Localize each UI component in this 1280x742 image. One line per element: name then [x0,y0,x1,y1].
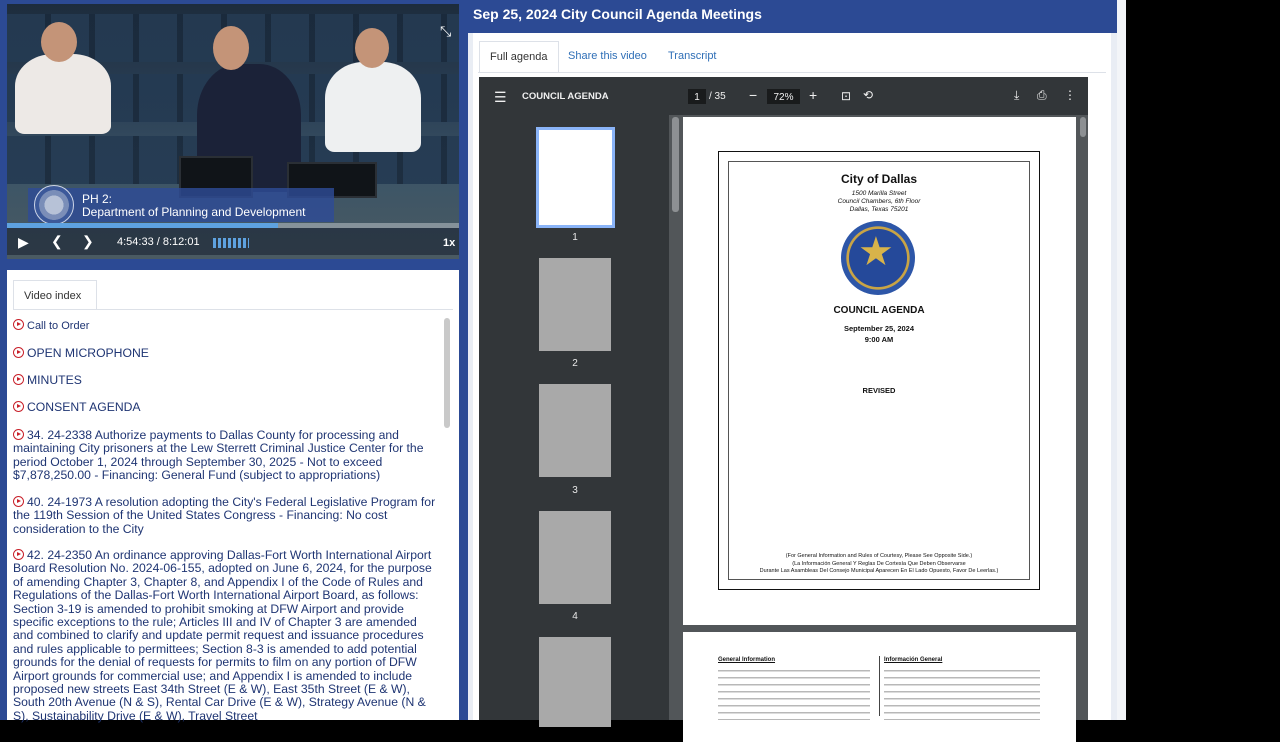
section-heading: General Information [718,657,776,663]
menu-icon[interactable]: ☰ [494,89,507,106]
video-index-label: 34. 24-2338 Authorize payments to Dallas… [13,428,424,483]
thumbnail-number: 4 [572,611,578,622]
video-index-item[interactable]: 34. 24-2338 Authorize payments to Dallas… [13,428,437,483]
zoom-out-icon[interactable]: − [749,87,757,103]
thumbnail-page-4[interactable] [539,511,611,604]
scrollbar[interactable] [444,318,450,428]
play-circle-icon [13,319,24,330]
fit-page-icon[interactable]: ⊡ [841,89,851,103]
thumbnail-page-3[interactable] [539,384,611,477]
video-index-label: Call to Order [27,320,90,332]
play-circle-icon [13,401,24,412]
column-divider [879,656,880,716]
agenda-heading: COUNCIL AGENDA [833,305,925,316]
play-circle-icon [13,429,24,440]
divider [478,72,1106,73]
video-index-item[interactable]: Call to Order [13,318,437,333]
print-icon[interactable]: ⎙ [1037,88,1047,103]
revised-label: REVISED [862,386,896,395]
body-text-block [884,670,1040,720]
play-icon[interactable]: ▶ [18,234,29,251]
previous-icon[interactable]: ❮ [51,233,63,250]
volume-icon[interactable] [213,238,249,248]
agenda-time: 9:00 AM [864,335,894,344]
city-name: City of Dallas [840,172,918,186]
footer-note: Durante Las Asambleas Del Consejo Munici… [759,568,999,574]
page-number-input[interactable]: 1 [688,89,706,104]
play-circle-icon [13,496,24,507]
thumbnail-number: 2 [572,358,578,369]
video-controls-layer: ▶ ❮ ❯ 4:54:33 / 8:12:01 1x [7,0,459,259]
tab-share-video[interactable]: Share this video [558,41,657,73]
play-circle-icon [13,374,24,385]
video-index-label: 40. 24-1973 A resolution adopting the Ci… [13,495,436,536]
thumbnail-scrollbar[interactable] [672,117,679,212]
footer-note: (La Información General Y Reglas De Cort… [792,561,966,567]
play-circle-icon [13,347,24,358]
video-index-item[interactable]: 40. 24-1973 A resolution adopting the Ci… [13,495,437,536]
thumbnail-page-5[interactable] [539,637,611,727]
tab-full-agenda[interactable]: Full agenda [479,41,559,73]
video-index-item[interactable]: CONSENT AGENDA [13,400,437,414]
star-icon: ★ [858,230,894,274]
divider [13,309,453,310]
video-index-label: OPEN MICROPHONE [27,346,149,360]
address-line: Dallas, Texas 75201 [849,206,909,213]
section-heading: Información General [884,657,943,663]
pdf-scrollbar[interactable] [1080,117,1086,137]
more-options-icon[interactable]: ⋮ [1064,88,1076,102]
tab-video-index[interactable]: Video index [13,280,97,310]
page-total: / 35 [709,91,726,102]
video-index-item[interactable]: MINUTES [13,373,437,387]
download-icon[interactable]: ⤓ [1014,88,1019,103]
video-index-item[interactable]: OPEN MICROPHONE [13,346,437,360]
time-display: 4:54:33 / 8:12:01 [117,236,200,248]
page-title: Sep 25, 2024 City Council Agenda Meeting… [473,6,762,22]
body-text-block [718,670,870,720]
playback-speed[interactable]: 1x [443,237,455,249]
page-edge [1117,0,1126,720]
video-index-item[interactable]: 42. 24-2350 An ordinance approving Dalla… [13,548,437,723]
tab-transcript[interactable]: Transcript [658,41,727,73]
address-line: 1500 Marilla Street [851,190,907,197]
video-index-label: MINUTES [27,373,82,387]
thumbnail-number: 1 [572,232,578,243]
video-index-label: 42. 24-2350 An ordinance approving Dalla… [13,548,432,723]
pdf-title: COUNCIL AGENDA [522,91,609,102]
thumbnail-page-2[interactable] [539,258,611,351]
footer-note: (For General Information and Rules of Co… [785,553,973,559]
next-icon[interactable]: ❯ [82,233,94,250]
video-index-label: CONSENT AGENDA [27,400,141,414]
thumbnail-number: 3 [572,485,578,496]
agenda-date: September 25, 2024 [843,324,915,333]
rotate-icon[interactable]: ⟲ [863,88,873,102]
thumbnail-page-1[interactable] [536,127,615,228]
play-circle-icon [13,549,24,560]
zoom-in-icon[interactable]: + [809,87,817,103]
address-line: Council Chambers, 6th Floor [837,198,921,205]
zoom-level[interactable]: 72% [767,89,800,104]
